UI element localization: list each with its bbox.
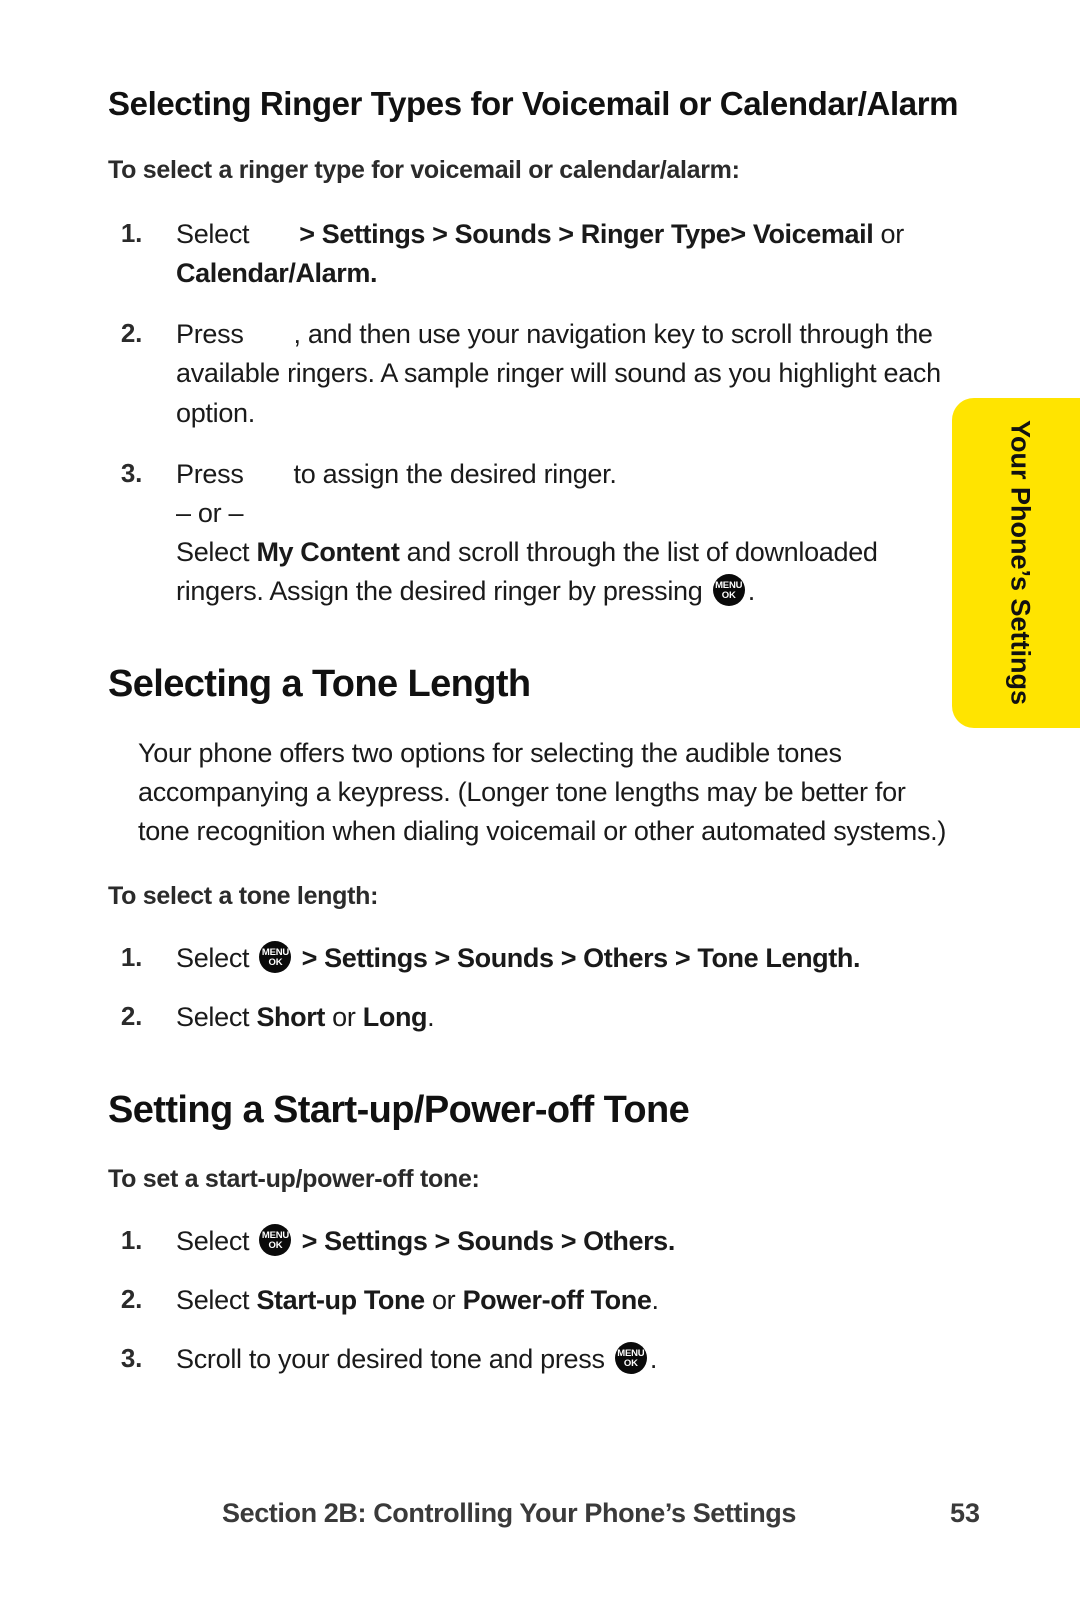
step-detail: , and then use your navigation key to sc…: [176, 319, 941, 428]
step-item: 2. Select Short or Long.: [108, 998, 960, 1037]
step-item: 2. Select Start-up Tone or Power-off Ton…: [108, 1281, 960, 1320]
conjunction: or: [431, 1285, 456, 1316]
step-number: 2.: [120, 318, 142, 349]
section-heading-ringer-types: Selecting Ringer Types for Voicemail or …: [108, 85, 959, 122]
step-verb: Press: [176, 319, 244, 350]
step-number: 3.: [120, 457, 142, 488]
side-tab-label: Your Phone’s Settings: [1005, 420, 1036, 706]
side-tab-your-phones-settings: Your Phone’s Settings: [952, 398, 1080, 728]
section-body-tone-length: Your phone offers two options for select…: [138, 737, 947, 847]
menu-ok-icon: MENUOK: [614, 1342, 647, 1375]
period: .: [667, 1226, 676, 1257]
step-text: Select Start-up Tone or Power-off Tone.: [176, 1281, 960, 1320]
step-number: 2.: [120, 1001, 142, 1032]
page-number: 53: [949, 1498, 980, 1528]
page-content: Selecting Ringer Types for Voicemail or …: [108, 85, 960, 1379]
period: .: [649, 1344, 658, 1375]
section-heading-startup-poweroff-tone: Setting a Start-up/Power-off Tone: [108, 1089, 690, 1132]
step-number: 1.: [120, 942, 142, 973]
step-item: 2. Press MENUOK, and then use your naviga…: [108, 315, 960, 432]
conjunction: or: [880, 218, 905, 249]
manual-page: Your Phone’s Settings Selecting Ringer T…: [0, 0, 1080, 1620]
conjunction: or: [332, 1002, 356, 1033]
lead-select-ringer-type: To select a ringer type for voicemail or…: [108, 155, 740, 184]
period: .: [747, 576, 756, 607]
menu-ok-icon: MENUOK: [262, 217, 296, 249]
menu-ok-icon: MENUOK: [257, 457, 291, 489]
step-verb: Select: [176, 218, 250, 249]
menu-ok-icon: MENUOK: [712, 574, 745, 607]
step-text: Press MENUOKto assign the desired ringer.: [176, 455, 960, 494]
menu-item-my-content: My Content: [256, 536, 400, 567]
step-verb: Press: [176, 458, 244, 489]
step-number: 1.: [120, 217, 142, 248]
step-text: Press MENUOK, and then use your navigatio…: [176, 315, 960, 432]
period: .: [427, 1002, 435, 1033]
step-verb: Select: [176, 1226, 250, 1257]
step-number: 1.: [120, 1225, 142, 1256]
step-detail: to assign the desired ringer.: [293, 458, 617, 489]
step-text: Select MENUOK> Settings > Sounds > Ringer…: [176, 215, 960, 293]
step-text: Scroll to your desired tone and press ME…: [176, 1340, 960, 1379]
menu-path: > Settings > Sounds > Others: [301, 1226, 669, 1257]
menu-option-short: Short: [256, 1002, 325, 1033]
menu-option-startup-tone: Start-up Tone: [256, 1285, 425, 1316]
steps-startup-poweroff-tone: 1. Select MENU OK > Settings > Sounds > O…: [108, 1222, 960, 1379]
step-verb: Select: [176, 943, 250, 974]
menu-ok-icon: MENUOK: [259, 941, 292, 974]
step-text: Select MENU OK > Settings > Sounds > Othe…: [176, 1222, 960, 1261]
lead-select-tone-length: To select a tone length:: [108, 882, 379, 911]
menu-ok-icon: MENUOK: [259, 1224, 292, 1257]
step-number: 3.: [120, 1343, 142, 1374]
step-text: Select MENU OK > Settings > Sounds > Othe…: [176, 939, 960, 978]
menu-path-cont: Calendar/Alarm: [176, 258, 370, 289]
page-footer: Section 2B: Controlling Your Phone’s Set…: [108, 1498, 980, 1529]
step-item: 1. Select MENU OK > Settings > Sounds > O…: [108, 939, 960, 978]
step-detail: Scroll to your desired tone and press: [176, 1344, 605, 1375]
period: .: [852, 943, 861, 974]
footer-section-label: Section 2B: Controlling Your Phone’s Set…: [221, 1498, 797, 1528]
menu-option-long: Long: [362, 1002, 428, 1033]
step-item: 1. Select MENUOK> Settings > Sounds > Rin…: [108, 215, 960, 293]
lead-set-startup-tone: To set a start-up/power-off tone:: [108, 1165, 480, 1194]
step-item: 3. Scroll to your desired tone and press…: [108, 1340, 960, 1379]
step-verb-alt: Select: [176, 536, 250, 567]
steps-ringer-types: 1. SelectMENUOK> Settings > Sounds > Rin…: [108, 215, 960, 611]
menu-option-poweroff-tone: Power-off Tone: [462, 1285, 652, 1316]
step-number: 2.: [120, 1284, 142, 1315]
section-heading-tone-length: Selecting a Tone Length: [108, 663, 531, 706]
step-alternative-text: Select My Content and scroll through the…: [176, 533, 960, 611]
menu-path: > Settings > Sounds > Ringer Type> Voice…: [299, 218, 874, 249]
step-verb: Select: [176, 1002, 250, 1033]
step-text: Select Short or Long.: [176, 998, 960, 1037]
menu-ok-icon: MENUOK: [257, 317, 291, 349]
steps-tone-length: 1. Select MENU OK > Settings > Sounds > O…: [108, 939, 960, 1037]
period: .: [369, 258, 378, 289]
step-item: 3. PressMENUOKto assign the desired ring…: [108, 455, 960, 612]
period: .: [651, 1285, 659, 1316]
step-item: 1. Select MENU OK > Settings > Sounds > O…: [108, 1222, 960, 1261]
step-verb: Select: [176, 1285, 250, 1316]
menu-path: > Settings > Sounds > Others > Tone Leng…: [301, 943, 854, 974]
or-separator: – or –: [176, 497, 244, 528]
